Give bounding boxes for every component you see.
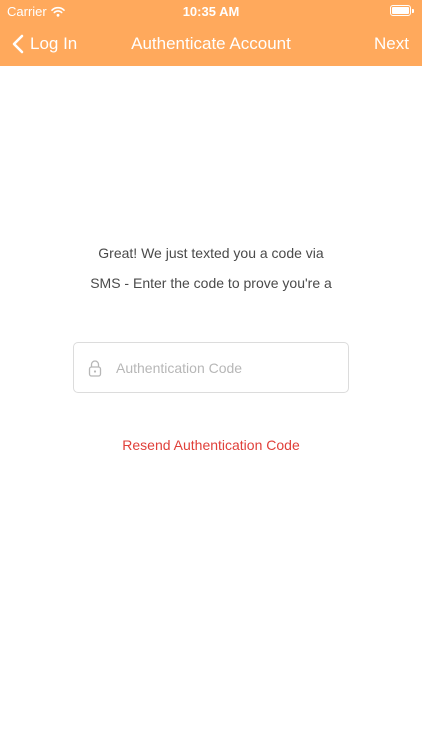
instruction-line-2: SMS - Enter the code to prove you're a: [90, 275, 332, 291]
battery-icon: [390, 5, 414, 16]
instruction-line-1: Great! We just texted you a code via: [98, 245, 324, 261]
lock-icon: [88, 359, 102, 377]
page-title: Authenticate Account: [131, 34, 291, 53]
authentication-code-input[interactable]: [116, 359, 336, 376]
authentication-code-field[interactable]: [73, 342, 349, 393]
status-bar: Carrier 10:35 AM: [0, 0, 422, 22]
navigation-bar: Log In Authenticate Account Next: [0, 22, 422, 66]
next-button[interactable]: Next: [374, 22, 409, 66]
instruction-message: Great! We just texted you a code via SMS…: [0, 238, 422, 298]
resend-code-link[interactable]: Resend Authentication Code: [0, 437, 422, 453]
clock-time: 10:35 AM: [182, 4, 240, 19]
